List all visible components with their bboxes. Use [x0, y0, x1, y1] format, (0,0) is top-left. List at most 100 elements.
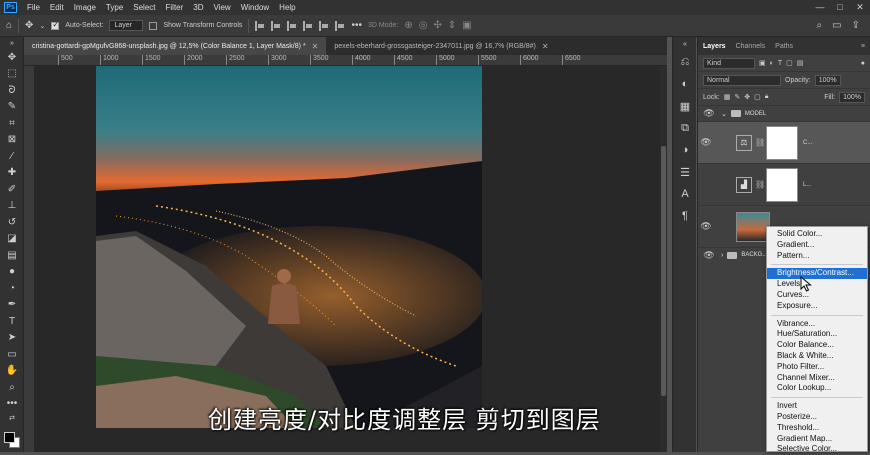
menu-item-threshold[interactable]: Threshold...	[767, 423, 867, 434]
layer-color-balance[interactable]: 👁︎ ⚖ ⛓ C...	[698, 122, 870, 164]
move-tool-icon[interactable]: ✥	[0, 49, 24, 66]
lock-paint-icon[interactable]: ✎	[734, 93, 740, 101]
align-center-icon[interactable]	[271, 20, 281, 31]
adjustments-icon[interactable]: ◑	[673, 139, 697, 161]
align-right-icon[interactable]	[287, 20, 297, 31]
menu-item-gradient[interactable]: Gradient...	[767, 240, 867, 251]
link-icon[interactable]: ⛓	[755, 180, 765, 189]
properties-icon[interactable]: ☰	[673, 161, 697, 183]
history-brush-tool-icon[interactable]: ↺	[0, 214, 24, 231]
eyedropper-tool-icon[interactable]: ⁄	[0, 148, 24, 165]
transform-controls-checkbox[interactable]	[149, 21, 158, 30]
layer-mask-thumbnail[interactable]	[766, 167, 798, 202]
align-top-icon[interactable]	[303, 20, 313, 31]
path-selection-tool-icon[interactable]: ➤	[0, 330, 24, 347]
menu-type[interactable]: Select	[128, 3, 160, 12]
slide-3d-icon[interactable]: ⇕	[448, 20, 456, 31]
menu-file[interactable]: File	[22, 3, 45, 12]
lock-move-icon[interactable]: ✥	[744, 93, 750, 101]
tab-document-2[interactable]: pexels-eberhard-grossgasteiger-2347011.j…	[326, 37, 556, 55]
tab-document-1[interactable]: cristina-gottardi-gpMgufvG868-unsplash.j…	[24, 37, 327, 55]
menu-3d[interactable]: View	[209, 3, 236, 12]
clone-stamp-tool-icon[interactable]: ⊥	[0, 198, 24, 215]
close-icon[interactable]: ✕	[312, 42, 319, 51]
tab-paths[interactable]: Paths	[775, 43, 793, 50]
layer-mask-thumbnail[interactable]	[766, 125, 798, 160]
auto-select-checkbox[interactable]	[51, 20, 60, 30]
menu-item-vibrance[interactable]: Vibrance...	[767, 319, 867, 330]
kind-filter-dropdown[interactable]: Kind	[703, 57, 755, 69]
image-thumbnail[interactable]	[736, 211, 770, 242]
menu-item-exposure[interactable]: Exposure...	[767, 301, 867, 312]
maximize-button[interactable]: □	[830, 2, 850, 13]
gradient-tool-icon[interactable]: ▤	[0, 247, 24, 264]
menu-item-posterize[interactable]: Posterize...	[767, 412, 867, 423]
chevron-down-icon[interactable]: ⌄	[39, 22, 45, 30]
menu-item-selective-color[interactable]: Selective Color...	[767, 444, 867, 455]
dodge-tool-icon[interactable]: ◔	[0, 280, 24, 297]
auto-select-dropdown[interactable]: Layer	[109, 20, 144, 31]
menu-item-gradient-map[interactable]: Gradient Map...	[767, 434, 867, 445]
blur-tool-icon[interactable]: ●	[0, 264, 24, 281]
hand-tool-icon[interactable]: ✋	[0, 363, 24, 380]
reset-colors-icon[interactable]: ⇄	[0, 412, 24, 424]
menu-item-hue-saturation[interactable]: Hue/Saturation...	[767, 329, 867, 340]
visibility-eye-icon[interactable]: 👁︎	[698, 221, 714, 232]
menu-item-invert[interactable]: Invert	[767, 401, 867, 412]
photoshop-logo[interactable]: Ps	[4, 2, 17, 13]
orbit-3d-icon[interactable]: ⊕	[404, 20, 412, 31]
menu-item-color-balance[interactable]: Color Balance...	[767, 340, 867, 351]
menu-edit[interactable]: Edit	[45, 3, 69, 12]
menu-item-levels[interactable]: Levels...	[767, 279, 867, 290]
healing-brush-tool-icon[interactable]: ✚	[0, 165, 24, 182]
lock-artboard-icon[interactable]: ▢	[754, 93, 761, 101]
menu-item-color-lookup[interactable]: Color Lookup...	[767, 383, 867, 394]
minimize-button[interactable]: —	[810, 2, 830, 13]
menu-view[interactable]: Window	[236, 3, 274, 12]
more-tools-icon[interactable]: •••	[0, 396, 24, 413]
menu-item-brightness-contrast[interactable]: Brightness/Contrast...	[767, 268, 867, 280]
menu-image[interactable]: Image	[69, 3, 101, 12]
close-icon[interactable]: ✕	[542, 42, 549, 51]
vertical-scrollbar[interactable]	[660, 66, 667, 452]
layer-group-model[interactable]: 👁︎ ⌄ MODEL	[698, 106, 870, 122]
lock-pixels-icon[interactable]: ▦	[724, 93, 731, 101]
menu-item-black-white[interactable]: Black & White...	[767, 351, 867, 362]
collapse-icon[interactable]: «	[673, 37, 697, 51]
menu-window[interactable]: Help	[274, 3, 300, 12]
menu-item-channel-mixer[interactable]: Channel Mixer...	[767, 373, 867, 384]
history-icon[interactable]: ⎌	[673, 51, 697, 73]
align-bottom-icon[interactable]	[335, 20, 345, 31]
document-image[interactable]	[96, 66, 482, 428]
pen-tool-icon[interactable]: ✒	[0, 297, 24, 314]
foreground-color-swatch[interactable]	[4, 432, 15, 443]
type-tool-icon[interactable]: T	[0, 313, 24, 330]
filter-adjustment-icon[interactable]: ◐	[770, 60, 774, 67]
workspace-icon[interactable]: ▭	[832, 20, 841, 31]
opacity-input[interactable]: 100%	[814, 74, 841, 86]
lasso-tool-icon[interactable]: ᘐ	[0, 82, 24, 99]
blend-mode-dropdown[interactable]: Normal	[703, 74, 781, 86]
swatches-icon[interactable]: ▦	[673, 95, 697, 117]
tab-channels[interactable]: Channels	[736, 43, 766, 50]
search-icon[interactable]: ⌕	[817, 20, 823, 31]
roll-3d-icon[interactable]: ◎	[419, 20, 428, 31]
menu-filter[interactable]: 3D	[188, 3, 208, 12]
move-tool-icon[interactable]: ✥	[25, 20, 33, 31]
filter-toggle-icon[interactable]: ●	[861, 60, 865, 67]
brush-tool-icon[interactable]: ✐	[0, 181, 24, 198]
chevron-down-icon[interactable]: ⌄	[721, 110, 727, 118]
layer-levels[interactable]: ▟ ⛓ L...	[698, 164, 870, 206]
menu-select[interactable]: Filter	[161, 3, 189, 12]
tab-layers[interactable]: Layers	[703, 43, 726, 50]
menu-item-photo-filter[interactable]: Photo Filter...	[767, 362, 867, 373]
drag-3d-icon[interactable]: ✣	[433, 20, 441, 31]
menu-item-solid-color[interactable]: Solid Color...	[767, 229, 867, 240]
menu-item-pattern[interactable]: Pattern...	[767, 251, 867, 262]
scrollbar-thumb[interactable]	[661, 146, 666, 396]
menu-layer[interactable]: Type	[101, 3, 128, 12]
zoom-tool-icon[interactable]: ⌕	[0, 379, 24, 396]
filter-type-icon[interactable]: T	[778, 60, 782, 67]
collapse-icon[interactable]: »	[0, 37, 24, 49]
share-icon[interactable]: ⇪	[852, 20, 860, 31]
